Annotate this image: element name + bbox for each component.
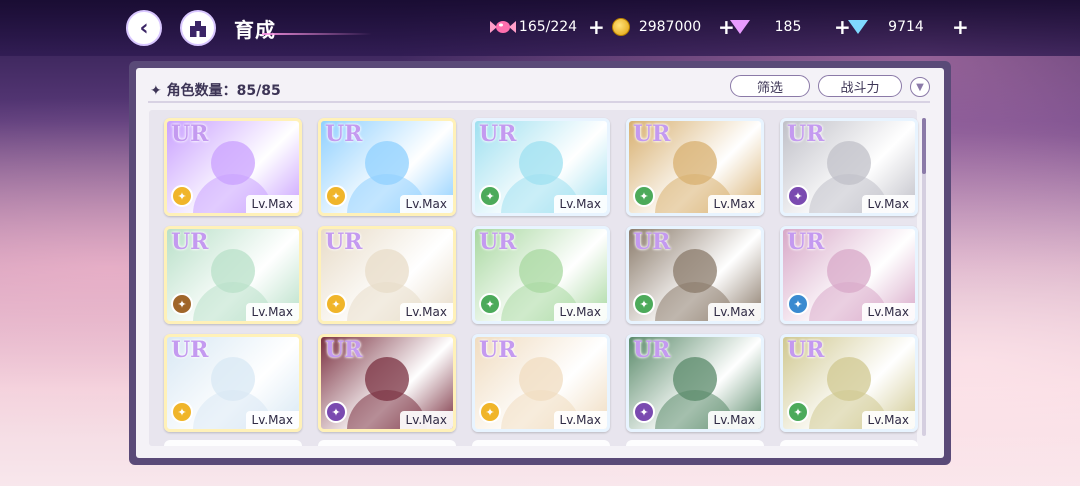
pink-gem-resource: 185 + <box>730 14 851 40</box>
rarity-badge: UR <box>787 229 825 255</box>
attribute-icon: ✦ <box>633 185 655 207</box>
level-label: Lv.Max <box>245 303 299 321</box>
scrollbar-thumb[interactable] <box>922 118 926 174</box>
rarity-badge: UR <box>479 121 517 147</box>
character-card[interactable]: UR ✦ Lv.Max <box>472 118 610 216</box>
attribute-icon: ✦ <box>171 293 193 315</box>
candy-resource: 165/224 + <box>490 14 605 40</box>
level-label: Lv.Max <box>707 303 761 321</box>
candy-value: 165/224 <box>518 19 578 35</box>
level-label: Lv.Max <box>245 195 299 213</box>
attribute-icon: ✦ <box>325 401 347 423</box>
back-button[interactable]: ‹ <box>126 10 162 46</box>
attribute-icon: ✦ <box>325 293 347 315</box>
character-card[interactable]: UR ✦ Lv.Max <box>164 334 302 432</box>
character-card[interactable]: UR ✦ Lv.Max <box>318 226 456 324</box>
partial-card <box>472 440 610 446</box>
gold-coin-icon <box>612 18 630 36</box>
pink-gem-icon <box>730 20 750 34</box>
level-label: Lv.Max <box>399 411 453 429</box>
attribute-icon: ✦ <box>479 401 501 423</box>
character-card[interactable]: UR ✦ Lv.Max <box>318 118 456 216</box>
castle-icon <box>190 21 206 37</box>
rarity-badge: UR <box>633 121 671 147</box>
rarity-badge: UR <box>787 121 825 147</box>
level-label: Lv.Max <box>707 195 761 213</box>
attribute-icon: ✦ <box>325 185 347 207</box>
level-label: Lv.Max <box>553 411 607 429</box>
character-card[interactable]: UR ✦ Lv.Max <box>472 334 610 432</box>
character-card[interactable]: UR ✦ Lv.Max <box>780 118 918 216</box>
level-label: Lv.Max <box>399 303 453 321</box>
character-card[interactable]: UR ✦ Lv.Max <box>164 226 302 324</box>
attribute-icon: ✦ <box>633 401 655 423</box>
divider <box>148 101 930 103</box>
add-candy-button[interactable]: + <box>588 15 605 39</box>
level-label: Lv.Max <box>245 411 299 429</box>
sort-button[interactable]: 战斗力 <box>818 75 902 97</box>
rarity-badge: UR <box>171 121 209 147</box>
chevron-down-icon: ▼ <box>916 81 924 93</box>
attribute-icon: ✦ <box>787 293 809 315</box>
rarity-badge: UR <box>171 229 209 255</box>
rarity-badge: UR <box>479 229 517 255</box>
diamond-resource: 9714 + <box>848 14 969 40</box>
back-arrow-icon: ‹ <box>139 15 149 41</box>
candy-icon <box>490 21 516 33</box>
attribute-icon: ✦ <box>479 293 501 315</box>
attribute-icon: ✦ <box>171 401 193 423</box>
level-label: Lv.Max <box>861 303 915 321</box>
partial-card <box>318 440 456 446</box>
pink-gem-value: 185 <box>774 19 802 35</box>
gold-resource: 2987000 + <box>612 14 735 40</box>
character-card[interactable]: UR ✦ Lv.Max <box>626 226 764 324</box>
attribute-icon: ✦ <box>787 185 809 207</box>
rarity-badge: UR <box>633 337 671 363</box>
attribute-icon: ✦ <box>171 185 193 207</box>
character-card[interactable]: UR ✦ Lv.Max <box>626 118 764 216</box>
sort-order-button[interactable]: ▼ <box>910 77 930 97</box>
rarity-badge: UR <box>479 337 517 363</box>
character-card[interactable]: UR ✦ Lv.Max <box>780 226 918 324</box>
home-button[interactable] <box>180 10 216 46</box>
rarity-badge: UR <box>325 337 363 363</box>
diamond-value: 9714 <box>888 19 924 35</box>
partial-card <box>164 440 302 446</box>
character-card[interactable]: UR ✦ Lv.Max <box>626 334 764 432</box>
character-card[interactable]: UR ✦ Lv.Max <box>472 226 610 324</box>
add-diamond-button[interactable]: + <box>952 15 969 39</box>
level-label: Lv.Max <box>861 411 915 429</box>
character-card[interactable]: UR ✦ Lv.Max <box>318 334 456 432</box>
page-title: 育成 <box>234 18 276 42</box>
title-decoration <box>262 33 372 35</box>
level-label: Lv.Max <box>553 195 607 213</box>
level-label: Lv.Max <box>707 411 761 429</box>
blue-diamond-icon <box>848 20 868 34</box>
rarity-badge: UR <box>171 337 209 363</box>
rarity-badge: UR <box>633 229 671 255</box>
level-label: Lv.Max <box>399 195 453 213</box>
attribute-icon: ✦ <box>479 185 501 207</box>
rarity-badge: UR <box>325 229 363 255</box>
gold-value: 2987000 <box>638 19 702 35</box>
character-count: ✦ 角色数量：85/85 <box>150 83 281 99</box>
character-card[interactable]: UR ✦ Lv.Max <box>164 118 302 216</box>
attribute-icon: ✦ <box>633 293 655 315</box>
partial-card <box>780 440 918 446</box>
rarity-badge: UR <box>325 121 363 147</box>
top-bar: ‹ 育成 165/224 + 2987000 + 185 + 9714 + <box>0 0 1080 56</box>
filter-button[interactable]: 筛选 <box>730 75 810 97</box>
level-label: Lv.Max <box>861 195 915 213</box>
partial-card <box>626 440 764 446</box>
attribute-icon: ✦ <box>787 401 809 423</box>
rarity-badge: UR <box>787 337 825 363</box>
level-label: Lv.Max <box>553 303 607 321</box>
character-card[interactable]: UR ✦ Lv.Max <box>780 334 918 432</box>
